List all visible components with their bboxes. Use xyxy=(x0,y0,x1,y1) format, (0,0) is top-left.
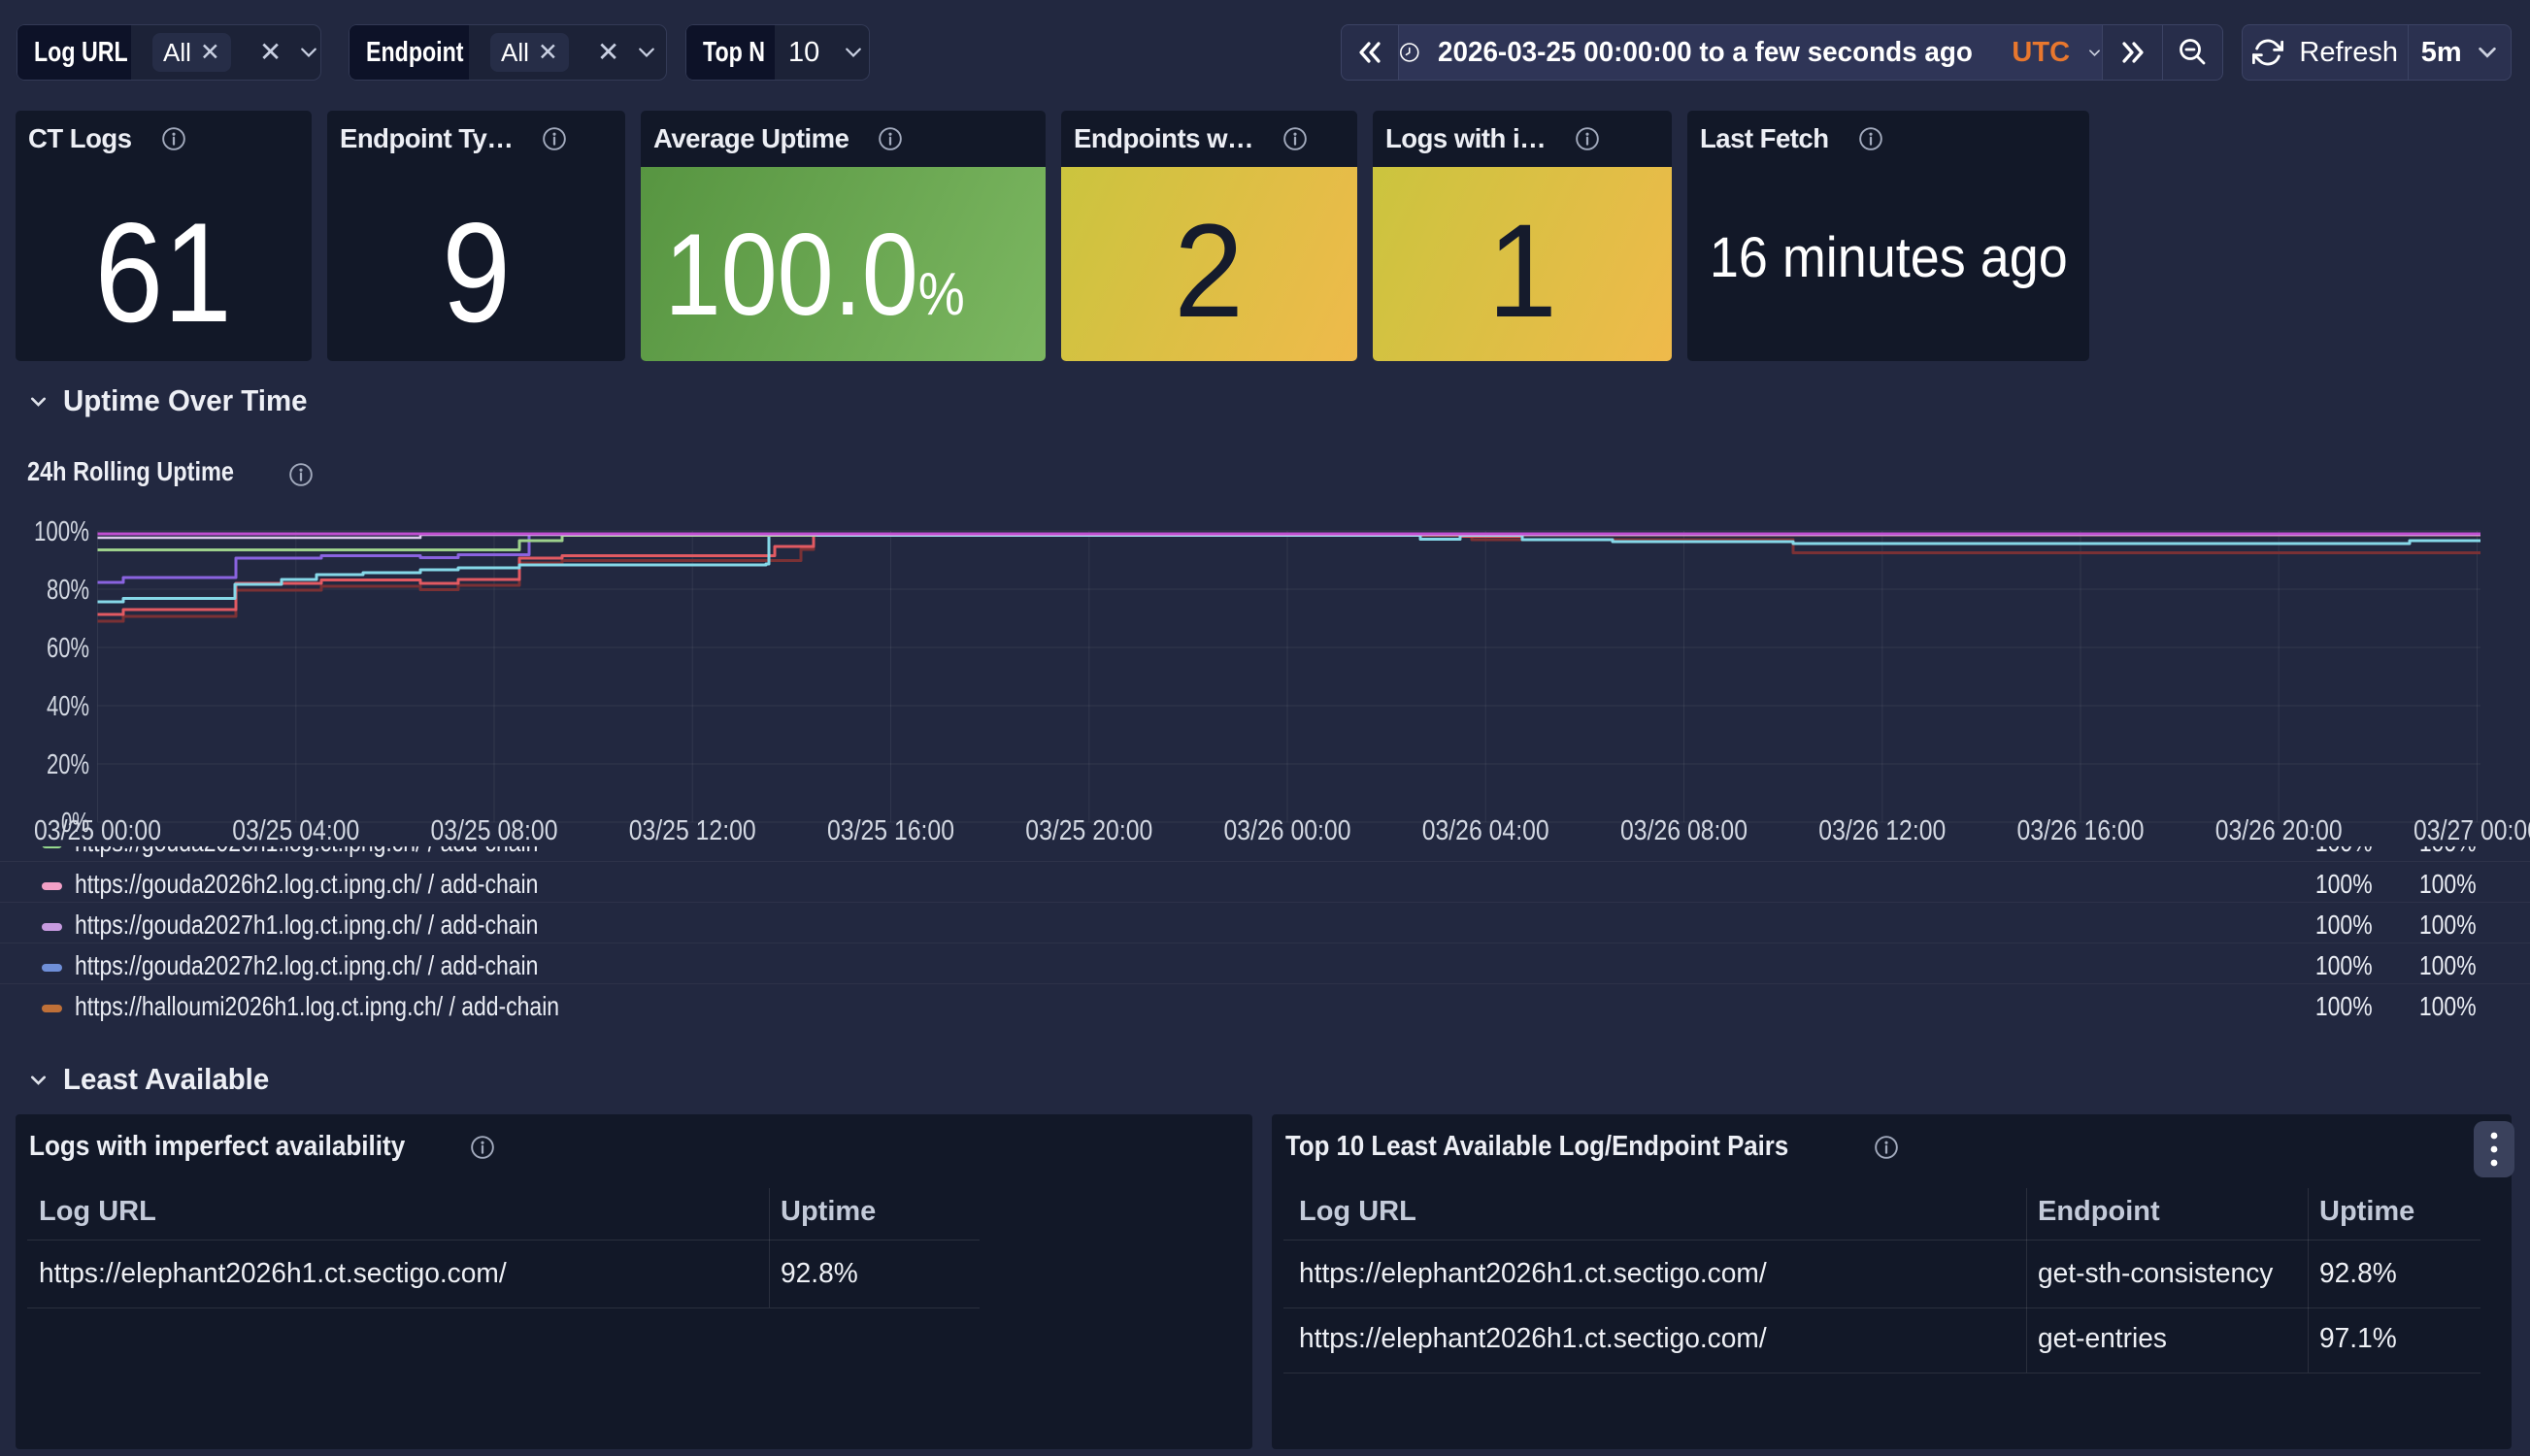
svg-text:100%: 100% xyxy=(34,516,89,547)
svg-text:03/25 04:00: 03/25 04:00 xyxy=(232,815,359,846)
svg-text:03/25 16:00: 03/25 16:00 xyxy=(827,815,954,846)
svg-text:40%: 40% xyxy=(47,691,89,722)
svg-text:03/26 04:00: 03/26 04:00 xyxy=(1422,815,1549,846)
svg-text:03/25 08:00: 03/25 08:00 xyxy=(431,815,558,846)
svg-text:80%: 80% xyxy=(47,575,89,606)
svg-text:03/27 00:00: 03/27 00:00 xyxy=(2413,815,2530,846)
svg-text:60%: 60% xyxy=(47,633,89,664)
svg-text:03/25 12:00: 03/25 12:00 xyxy=(629,815,756,846)
svg-text:03/26 12:00: 03/26 12:00 xyxy=(1818,815,1946,846)
svg-text:03/25 00:00: 03/25 00:00 xyxy=(34,815,161,846)
svg-text:20%: 20% xyxy=(47,749,89,780)
svg-text:03/26 08:00: 03/26 08:00 xyxy=(1620,815,1748,846)
svg-text:03/26 00:00: 03/26 00:00 xyxy=(1224,815,1351,846)
svg-text:03/26 20:00: 03/26 20:00 xyxy=(2215,815,2343,846)
svg-text:03/25 20:00: 03/25 20:00 xyxy=(1025,815,1152,846)
svg-text:03/26 16:00: 03/26 16:00 xyxy=(2017,815,2145,846)
